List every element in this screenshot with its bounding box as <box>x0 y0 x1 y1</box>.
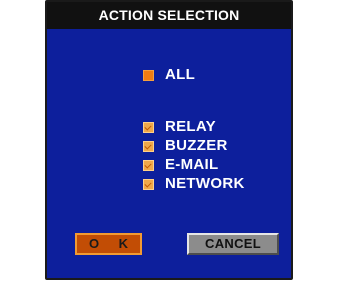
option-buzzer-label: BUZZER <box>165 137 228 154</box>
option-network[interactable]: NETWORK <box>143 175 245 193</box>
relay-checkbox-icon[interactable] <box>143 121 154 133</box>
option-buzzer[interactable]: BUZZER <box>143 137 228 155</box>
option-relay[interactable]: RELAY <box>143 118 216 136</box>
option-all[interactable]: ALL <box>143 66 195 84</box>
email-checkbox-icon[interactable] <box>143 159 154 171</box>
all-checkbox-icon[interactable] <box>143 69 154 81</box>
cancel-button[interactable]: CANCEL <box>187 233 279 255</box>
buzzer-checkbox-icon[interactable] <box>143 140 154 152</box>
option-email[interactable]: E-MAIL <box>143 156 218 174</box>
option-network-label: NETWORK <box>165 175 245 192</box>
option-email-label: E-MAIL <box>165 156 219 173</box>
option-all-label: ALL <box>165 66 196 83</box>
dialog-title: ACTION SELECTION <box>47 2 291 29</box>
ok-button[interactable]: O K <box>75 233 142 255</box>
option-relay-label: RELAY <box>165 118 216 135</box>
network-checkbox-icon[interactable] <box>143 178 154 190</box>
action-selection-dialog: ACTION SELECTION ALL RELAY BUZZER E-MAIL… <box>45 0 293 280</box>
